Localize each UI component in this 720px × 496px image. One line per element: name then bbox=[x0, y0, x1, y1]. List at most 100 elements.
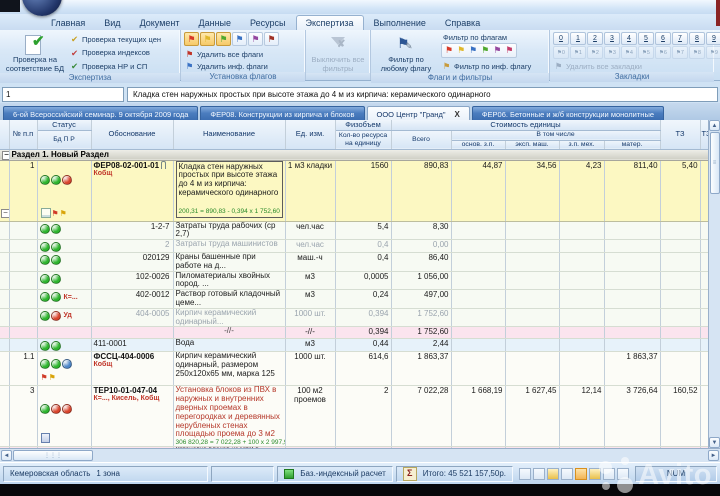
scroll-left-arrow[interactable]: ◄ bbox=[1, 450, 12, 461]
horizontal-scroll-thumb[interactable]: ⋮⋮⋮ bbox=[13, 450, 93, 461]
table-row[interactable]: 1-2-7Затраты труда рабочих (ср 2,7)чел.ч… bbox=[0, 221, 708, 240]
table-row[interactable]: -//--//-0,3941 752,60 bbox=[0, 327, 708, 339]
table-row[interactable]: 1.1⚑⚑ФССЦ-404-0006КобщКирпич керамически… bbox=[0, 352, 708, 386]
bookmark-button[interactable]: 0 bbox=[553, 32, 569, 45]
set-flag-button[interactable]: ⚑ bbox=[248, 32, 263, 46]
basis-cell[interactable]: 102-0026 bbox=[91, 271, 173, 290]
header-phys[interactable]: Физобъем bbox=[335, 120, 391, 130]
check-db-button[interactable]: ✔ Проверка на соответствие БД bbox=[3, 32, 67, 73]
table-row[interactable]: −Раздел 1. Новый Раздел bbox=[0, 149, 708, 160]
statusbar-tool-icon[interactable] bbox=[519, 468, 531, 480]
filter-flag-icon[interactable]: ⚑ bbox=[443, 44, 455, 57]
vertical-scrollbar[interactable]: ▲ ≡ ▼ bbox=[708, 120, 720, 448]
table-row[interactable]: −1⚑⚑ФЕР08-02-001-01КобщКладка стен наруж… bbox=[0, 160, 708, 221]
ribbon-tab[interactable]: Главная bbox=[42, 16, 94, 30]
status-cell[interactable] bbox=[37, 221, 91, 240]
set-flag-button[interactable]: ⚑ bbox=[184, 32, 199, 46]
filter-flag-icon[interactable]: ⚑ bbox=[479, 44, 491, 57]
name-cell[interactable]: Кладка стен наружных простых при высоте … bbox=[173, 160, 285, 221]
header-em[interactable]: эксп. маш. bbox=[505, 140, 559, 149]
table-row[interactable]: 020129Краны башенные при работе на д...м… bbox=[0, 253, 708, 272]
check-prices-button[interactable]: ✔Проверка текущих цен bbox=[69, 33, 161, 45]
statusbar-tool-icon[interactable] bbox=[603, 468, 615, 480]
bookmark-flag-button[interactable]: ⚑5 bbox=[638, 46, 654, 59]
status-cell[interactable] bbox=[37, 240, 91, 253]
status-cell[interactable] bbox=[37, 327, 91, 339]
filter-flag-icon[interactable]: ⚑ bbox=[491, 44, 503, 57]
ribbon-tab[interactable]: Экспертиза bbox=[296, 15, 364, 30]
bookmark-button[interactable]: 4 bbox=[621, 32, 637, 45]
name-cell[interactable]: Затраты труда рабочих (ср 2,7) bbox=[173, 221, 285, 240]
name-cell[interactable]: Краны башенные при работе на д... bbox=[173, 253, 285, 272]
header-name[interactable]: Наименование bbox=[173, 120, 285, 149]
horizontal-scrollbar[interactable]: ◄ ⋮⋮⋮ ► bbox=[0, 448, 720, 462]
name-cell[interactable]: Установка блоков из ПВХ в наружных и вну… bbox=[173, 386, 285, 447]
section-expand-cell[interactable]: − bbox=[0, 149, 9, 160]
disable-filters-button[interactable]: ✘ Выключить все фильтры bbox=[309, 32, 367, 73]
bookmark-button[interactable]: 8 bbox=[689, 32, 705, 45]
basis-cell[interactable]: 402-0012 bbox=[91, 290, 173, 309]
header-total[interactable]: Всего bbox=[391, 130, 451, 149]
basis-cell[interactable]: 404-0005 bbox=[91, 308, 173, 327]
bookmark-flag-button[interactable]: ⚑4 bbox=[621, 46, 637, 59]
statusbar-tool-icon[interactable] bbox=[589, 468, 601, 480]
statusbar-tool-icon[interactable] bbox=[617, 468, 629, 480]
row-number-cell[interactable]: 1 bbox=[2, 87, 124, 102]
table-row[interactable]: 2Затраты труда машинистовчел.час0,40,00 bbox=[0, 240, 708, 253]
ribbon-tab[interactable]: Данные bbox=[190, 16, 241, 30]
bookmark-button[interactable]: 7 bbox=[672, 32, 688, 45]
header-unit[interactable]: Ед. изм. bbox=[285, 120, 335, 149]
filter-info-flag-button[interactable]: ⚑Фильтр по инф. флагу bbox=[441, 60, 531, 72]
basis-cell[interactable]: ФЕР08-02-001-01Кобщ bbox=[91, 160, 173, 221]
table-row[interactable]: 3ТЕР10-01-047-04К=..., Кисель, КобщУстан… bbox=[0, 386, 708, 447]
statusbar-tool-icon[interactable] bbox=[547, 468, 559, 480]
name-cell[interactable]: Пиломатериалы хвойных пород. ... bbox=[173, 271, 285, 290]
statusbar-tool-icon[interactable] bbox=[561, 468, 573, 480]
name-cell[interactable]: Кирпич керамический одинарный, размером … bbox=[173, 352, 285, 386]
status-cell[interactable] bbox=[37, 271, 91, 290]
document-tab[interactable]: ФЕР06. Бетонные и ж/б конструкции моноли… bbox=[472, 106, 664, 121]
ribbon-tab[interactable]: Ресурсы bbox=[241, 16, 295, 30]
bookmark-flag-button[interactable]: ⚑0 bbox=[553, 46, 569, 59]
bookmark-button[interactable]: 5 bbox=[638, 32, 654, 45]
ribbon-tab[interactable]: Выполнение bbox=[365, 16, 435, 30]
document-tab[interactable]: ФЕР08. Конструкции из кирпича и блоков bbox=[200, 106, 364, 121]
status-cell[interactable]: ⚑⚑ bbox=[37, 352, 91, 386]
set-flag-button[interactable]: ⚑ bbox=[264, 32, 279, 46]
bookmark-button[interactable]: 1 bbox=[570, 32, 586, 45]
header-zpm[interactable]: з.п. мех. bbox=[559, 140, 604, 149]
bookmark-flag-button[interactable]: ⚑1 bbox=[570, 46, 586, 59]
header-status[interactable]: Статус bbox=[37, 120, 91, 130]
header-mat[interactable]: матер. bbox=[604, 140, 660, 149]
status-cell[interactable]: Уд bbox=[37, 308, 91, 327]
collapse-icon[interactable]: − bbox=[2, 151, 9, 160]
basis-cell[interactable]: 1-2-7 bbox=[91, 221, 173, 240]
header-ozp[interactable]: основ. з.п. bbox=[451, 140, 505, 149]
header-unit-cost[interactable]: Стоимость единицы bbox=[391, 120, 660, 130]
table-row[interactable]: 411-0001Водам30,442,44 bbox=[0, 339, 708, 352]
check-indexes-button[interactable]: ✔Проверка индексов bbox=[69, 47, 161, 59]
status-cell[interactable] bbox=[37, 386, 91, 447]
remove-all-flags-button[interactable]: ⚑Удалить все флаги bbox=[184, 48, 263, 60]
table-row[interactable]: 102-0026Пиломатериалы хвойных пород. ...… bbox=[0, 271, 708, 290]
remove-bookmarks-button[interactable]: ⚑Удалить все закладки bbox=[553, 60, 642, 72]
bookmark-button[interactable]: 9 bbox=[706, 32, 720, 45]
name-cell[interactable]: -//- bbox=[173, 327, 285, 339]
basis-cell[interactable]: 020129 bbox=[91, 253, 173, 272]
collapse-icon[interactable]: − bbox=[1, 209, 9, 218]
bookmark-flag-button[interactable]: ⚑6 bbox=[655, 46, 671, 59]
status-cell[interactable]: ⚑⚑ bbox=[37, 160, 91, 221]
filter-flag-icon[interactable]: ⚑ bbox=[467, 44, 479, 57]
basis-cell[interactable]: ФССЦ-404-0006Кобщ bbox=[91, 352, 173, 386]
bookmark-flag-button[interactable]: ⚑3 bbox=[604, 46, 620, 59]
header-basis[interactable]: Обоснование bbox=[91, 120, 173, 149]
set-flag-button[interactable]: ⚑ bbox=[200, 32, 215, 46]
ribbon-tab[interactable]: Документ bbox=[131, 16, 189, 30]
vertical-scroll-thumb[interactable]: ≡ bbox=[710, 132, 720, 194]
table-row[interactable]: Уд404-0005Кирпич керамический одинарный.… bbox=[0, 308, 708, 327]
status-cell[interactable]: К=... bbox=[37, 290, 91, 309]
bookmark-flag-button[interactable]: ⚑7 bbox=[672, 46, 688, 59]
basis-cell[interactable]: ТЕР10-01-047-04К=..., Кисель, Кобщ bbox=[91, 386, 173, 447]
bookmark-button[interactable]: 6 bbox=[655, 32, 671, 45]
check-nr-sp-button[interactable]: ✔Проверка НР и СП bbox=[69, 60, 161, 72]
